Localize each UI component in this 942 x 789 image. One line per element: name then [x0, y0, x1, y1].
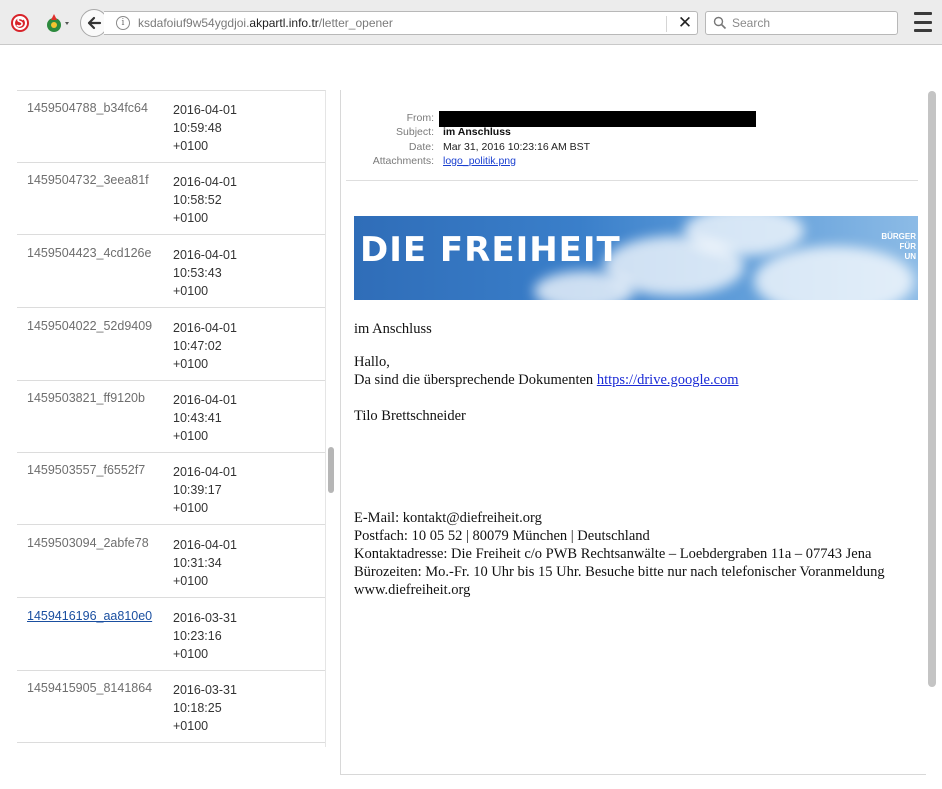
subject-value: im Anschluss	[443, 126, 511, 138]
close-icon[interactable]: ✕	[676, 14, 694, 32]
list-item[interactable]: 1459504022_52d9409 2016-04-01 10:47:02 +…	[17, 309, 325, 381]
url-text[interactable]: ksdafoiuf9w54ygdjoi.akpartl.info.tr/lett…	[138, 16, 393, 30]
body-line: Da sind die übersprechende Dokumenten ht…	[354, 371, 739, 389]
footer-email: E-Mail: kontakt@diefreiheit.org	[354, 510, 542, 526]
list-item[interactable]: 1459504423_4cd126e 2016-04-01 10:53:43 +…	[17, 236, 325, 308]
message-id[interactable]: 1459504022_52d9409	[27, 319, 152, 333]
list-scrollbar[interactable]	[328, 447, 334, 493]
url-path: /letter_opener	[318, 16, 393, 30]
list-item[interactable]: 1459503821_ff9120b 2016-04-01 10:43:41 +…	[17, 381, 325, 453]
list-item[interactable]: 1459504732_3eea81f 2016-04-01 10:58:52 +…	[17, 163, 325, 235]
banner-side-text: BÜRGER FÜR UN	[881, 232, 916, 262]
message-date: 2016-04-01 10:58:52 +0100	[173, 175, 237, 225]
attachment-link[interactable]: logo_politik.png	[443, 155, 516, 167]
banner-title: DIE FREIHEIT	[360, 230, 621, 270]
redacted-sender	[439, 111, 756, 127]
message-date: 2016-04-01 10:43:41 +0100	[173, 393, 237, 443]
list-item[interactable]: 1459504788_b34fc64 2016-04-01 10:59:48 +…	[17, 91, 325, 163]
subject-label: Subject:	[396, 126, 434, 138]
stop-sign-icon[interactable]	[8, 11, 32, 35]
banner-side-line: FÜR	[899, 242, 916, 251]
date-label: Date:	[408, 141, 434, 153]
greeting: Hallo,	[354, 354, 390, 370]
banner-image: DIE FREIHEIT BÜRGER FÜR UN	[354, 216, 918, 300]
message-list: 1459504788_b34fc64 2016-04-01 10:59:48 +…	[17, 90, 326, 747]
info-icon[interactable]: i	[116, 16, 130, 30]
search-placeholder: Search	[732, 16, 771, 30]
hamburger-menu-icon[interactable]	[912, 12, 934, 32]
message-id-link[interactable]: 1459416196_aa810e0	[27, 609, 152, 623]
search-input[interactable]: Search	[705, 11, 898, 35]
body-line-text: Da sind die übersprechende Dokumenten	[354, 372, 597, 388]
from-label: From:	[406, 112, 434, 124]
footer-postfach: Postfach: 10 05 52 | 80079 München | Deu…	[354, 528, 650, 544]
message-id[interactable]: 1459503094_2abfe78	[27, 536, 149, 550]
footer-hours: Bürozeiten: Mo.-Fr. 10 Uhr bis 15 Uhr. B…	[354, 564, 885, 580]
url-separator	[666, 16, 667, 32]
message-id[interactable]: 1459504788_b34fc64	[27, 101, 148, 115]
message-date: 2016-04-01 10:53:43 +0100	[173, 248, 237, 298]
list-item[interactable]: 1459503094_2abfe78 2016-04-01 10:31:34 +…	[17, 526, 325, 598]
message-id[interactable]: 1459504732_3eea81f	[27, 173, 149, 187]
message-id[interactable]: 1459503557_f6552f7	[27, 463, 145, 477]
list-item[interactable]: 1459415905_8141864 2016-03-31 10:18:25 +…	[17, 671, 325, 743]
url-subdomain: ksdafoiuf9w54ygdjoi.	[138, 16, 250, 30]
message-id[interactable]: 1459504423_4cd126e	[27, 246, 151, 260]
message-pane: From: Subject: im Anschluss Date: Mar 31…	[340, 90, 926, 775]
url-domain: akpartl.info.tr	[249, 16, 319, 30]
list-item[interactable]: 1459503557_f6552f7 2016-04-01 10:39:17 +…	[17, 453, 325, 525]
message-id[interactable]: 1459503821_ff9120b	[27, 391, 145, 405]
pane-scrollbar[interactable]	[928, 91, 936, 687]
footer-web: www.diefreiheit.org	[354, 582, 471, 598]
banner-side-line: BÜRGER	[881, 232, 916, 241]
message-date: 2016-03-31 10:18:25 +0100	[173, 683, 237, 733]
message-date: 2016-04-01 10:47:02 +0100	[173, 321, 237, 371]
signature: Tilo Brettschneider	[354, 408, 466, 424]
message-date: 2016-04-01 10:31:34 +0100	[173, 538, 237, 588]
addon-dropdown-icon[interactable]	[44, 11, 74, 35]
date-value: Mar 31, 2016 10:23:16 AM BST	[443, 141, 591, 153]
footer-address: Kontaktadresse: Die Freiheit c/o PWB Rec…	[354, 546, 872, 562]
message-date: 2016-03-31 10:23:16 +0100	[173, 611, 237, 661]
search-icon	[713, 16, 727, 30]
list-item-selected[interactable]: 1459416196_aa810e0 2016-03-31 10:23:16 +…	[17, 599, 325, 671]
address-bar[interactable]: i ksdafoiuf9w54ygdjoi.akpartl.info.tr/le…	[104, 11, 698, 35]
banner-side-line: UN	[904, 252, 916, 261]
message-id[interactable]: 1459415905_8141864	[27, 681, 152, 695]
browser-toolbar: i ksdafoiuf9w54ygdjoi.akpartl.info.tr/le…	[0, 0, 942, 45]
message-date: 2016-04-01 10:39:17 +0100	[173, 465, 237, 515]
attachments-label: Attachments:	[372, 155, 434, 167]
body-subject: im Anschluss	[354, 321, 432, 337]
message-date: 2016-04-01 10:59:48 +0100	[173, 103, 237, 153]
header-divider	[346, 180, 918, 181]
drive-link[interactable]: https://drive.google.com	[597, 372, 739, 388]
